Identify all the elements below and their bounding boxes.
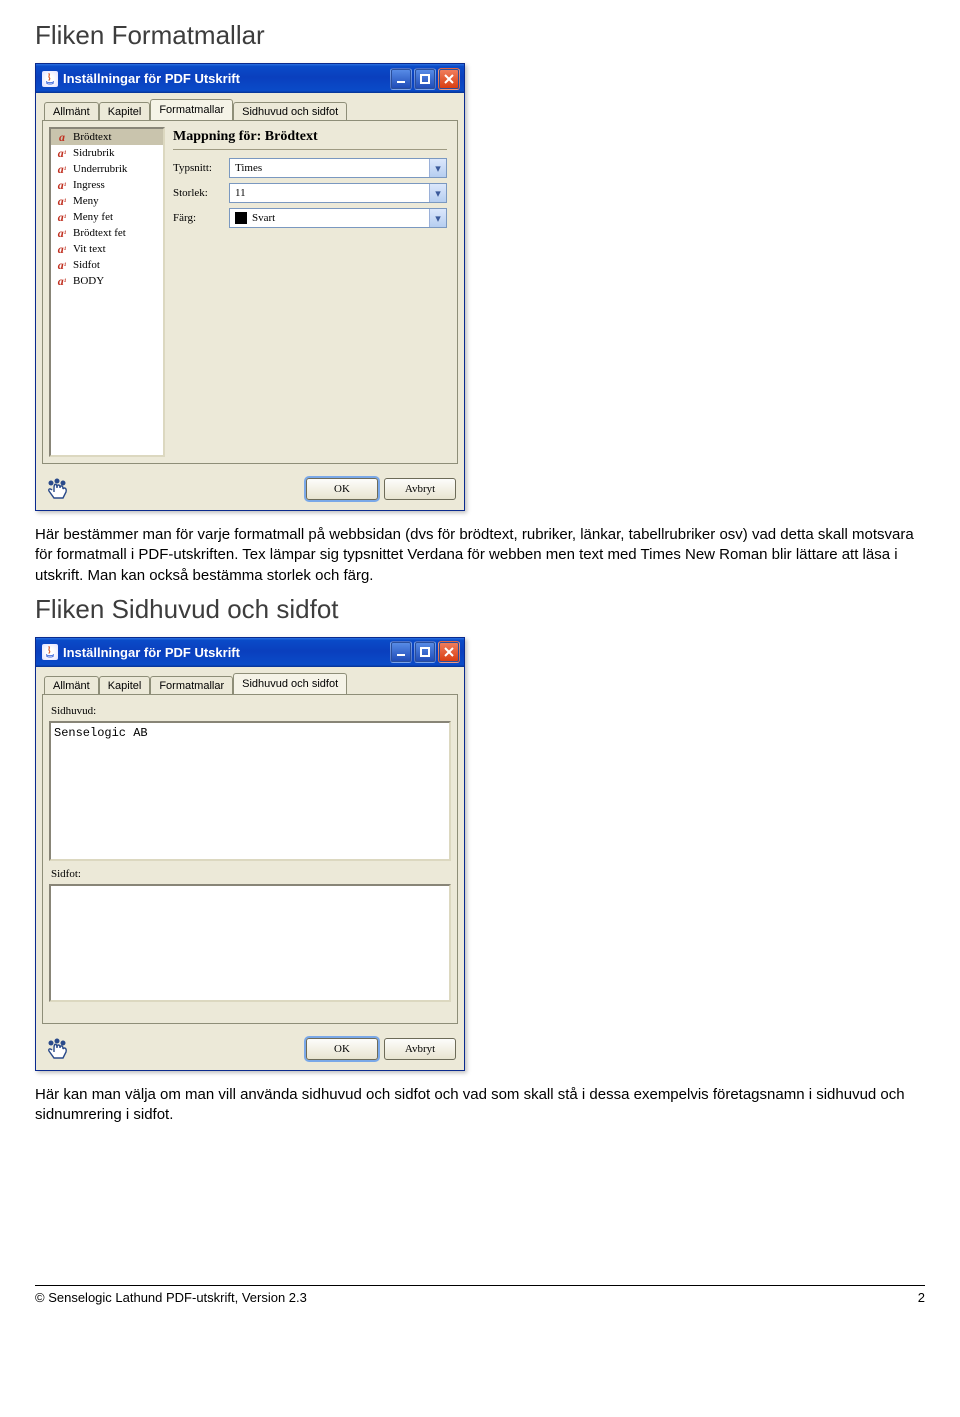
- label-typsnitt: Typsnitt:: [173, 162, 225, 174]
- textarea-sidfot[interactable]: [49, 884, 451, 1002]
- textarea-sidhuvud[interactable]: [49, 721, 451, 861]
- style-icon: a¹: [55, 242, 69, 256]
- ok-button[interactable]: OK: [306, 478, 378, 500]
- separator: [173, 149, 447, 150]
- list-item-label: Underrubrik: [73, 163, 127, 175]
- chevron-down-icon: ▾: [429, 209, 446, 227]
- hand-icon: [44, 476, 72, 502]
- close-button[interactable]: [438, 68, 460, 90]
- hand-icon: [44, 1036, 72, 1062]
- style-icon: a¹: [55, 162, 69, 176]
- list-item-label: Ingress: [73, 179, 105, 191]
- titlebar: Inställningar för PDF Utskrift: [36, 64, 464, 93]
- list-item-label: Meny: [73, 195, 99, 207]
- tab-kapitel[interactable]: Kapitel: [99, 102, 151, 121]
- tab-allmant[interactable]: Allmänt: [44, 102, 99, 121]
- color-swatch-icon: [235, 212, 247, 224]
- style-icon: a¹: [55, 146, 69, 160]
- list-item[interactable]: a¹ Vit text: [51, 241, 163, 257]
- window-title: Inställningar för PDF Utskrift: [63, 71, 390, 86]
- style-icon: a¹: [55, 178, 69, 192]
- ok-button[interactable]: OK: [306, 1038, 378, 1060]
- combo-typsnitt[interactable]: Times ▾: [229, 158, 447, 178]
- paragraph-formatmallar: Här bestämmer man för varje formatmall p…: [35, 525, 925, 586]
- list-item-label: Meny fet: [73, 211, 113, 223]
- list-item[interactable]: a¹ Meny fet: [51, 209, 163, 225]
- tab-kapitel[interactable]: Kapitel: [99, 676, 151, 695]
- combo-storlek[interactable]: 11 ▾: [229, 183, 447, 203]
- label-sidfot: Sidfot:: [51, 868, 449, 880]
- list-item-label: Vit text: [73, 243, 106, 255]
- combo-typsnitt-value: Times: [235, 162, 262, 174]
- combo-farg[interactable]: Svart ▾: [229, 208, 447, 228]
- combo-storlek-value: 11: [235, 187, 246, 199]
- cancel-button[interactable]: Avbryt: [384, 478, 456, 500]
- list-item-label: Sidfot: [73, 259, 100, 271]
- maximize-button[interactable]: [414, 68, 436, 90]
- titlebar: Inställningar för PDF Utskrift: [36, 638, 464, 667]
- window-title: Inställningar för PDF Utskrift: [63, 645, 390, 660]
- style-icon: a¹: [55, 274, 69, 288]
- java-icon: [42, 71, 58, 87]
- list-item-label: Brödtext: [73, 131, 112, 143]
- cancel-button[interactable]: Avbryt: [384, 1038, 456, 1060]
- dialog-sidhuvud: Inställningar för PDF Utskrift Allmänt K…: [35, 637, 465, 1071]
- list-item[interactable]: a¹ Underrubrik: [51, 161, 163, 177]
- list-item[interactable]: a¹ Ingress: [51, 177, 163, 193]
- list-item-label: BODY: [73, 275, 104, 287]
- close-button[interactable]: [438, 641, 460, 663]
- dialog-formatmallar: Inställningar för PDF Utskrift Allmänt K…: [35, 63, 465, 511]
- style-icon: a¹: [55, 210, 69, 224]
- style-icon: a¹: [55, 258, 69, 272]
- style-icon: a: [55, 130, 69, 144]
- label-farg: Färg:: [173, 212, 225, 224]
- minimize-button[interactable]: [390, 641, 412, 663]
- label-storlek: Storlek:: [173, 187, 225, 199]
- mapping-title: Mappning för: Brödtext: [173, 129, 447, 145]
- list-item[interactable]: a¹ Sidfot: [51, 257, 163, 273]
- tab-allmant[interactable]: Allmänt: [44, 676, 99, 695]
- minimize-button[interactable]: [390, 68, 412, 90]
- java-icon: [42, 644, 58, 660]
- tab-sidhuvud[interactable]: Sidhuvud och sidfot: [233, 102, 347, 121]
- list-item[interactable]: a¹ BODY: [51, 273, 163, 289]
- list-item[interactable]: a Brödtext: [51, 129, 163, 145]
- heading-sidhuvud: Fliken Sidhuvud och sidfot: [35, 594, 925, 625]
- page-footer: © Senselogic Lathund PDF-utskrift, Versi…: [35, 1285, 925, 1305]
- list-item[interactable]: a¹ Sidrubrik: [51, 145, 163, 161]
- list-item[interactable]: a¹ Meny: [51, 193, 163, 209]
- tab-formatmallar[interactable]: Formatmallar: [150, 99, 233, 120]
- maximize-button[interactable]: [414, 641, 436, 663]
- footer-left: © Senselogic Lathund PDF-utskrift, Versi…: [35, 1290, 307, 1305]
- tab-sidhuvud[interactable]: Sidhuvud och sidfot: [233, 673, 347, 694]
- tab-formatmallar[interactable]: Formatmallar: [150, 676, 233, 695]
- mapping-title-value: Brödtext: [265, 129, 318, 144]
- list-item[interactable]: a¹ Brödtext fet: [51, 225, 163, 241]
- heading-formatmallar: Fliken Formatmallar: [35, 20, 925, 51]
- combo-farg-value: Svart: [252, 212, 275, 224]
- style-icon: a¹: [55, 194, 69, 208]
- footer-page-number: 2: [918, 1290, 925, 1305]
- mapping-title-prefix: Mappning för:: [173, 129, 265, 144]
- chevron-down-icon: ▾: [429, 159, 446, 177]
- format-list[interactable]: a Brödtext a¹ Sidrubrik a¹ Underrubrik a¹ In…: [49, 127, 165, 457]
- label-sidhuvud: Sidhuvud:: [51, 705, 449, 717]
- list-item-label: Sidrubrik: [73, 147, 115, 159]
- paragraph-sidhuvud: Här kan man välja om man vill använda si…: [35, 1085, 925, 1126]
- list-item-label: Brödtext fet: [73, 227, 126, 239]
- chevron-down-icon: ▾: [429, 184, 446, 202]
- style-icon: a¹: [55, 226, 69, 240]
